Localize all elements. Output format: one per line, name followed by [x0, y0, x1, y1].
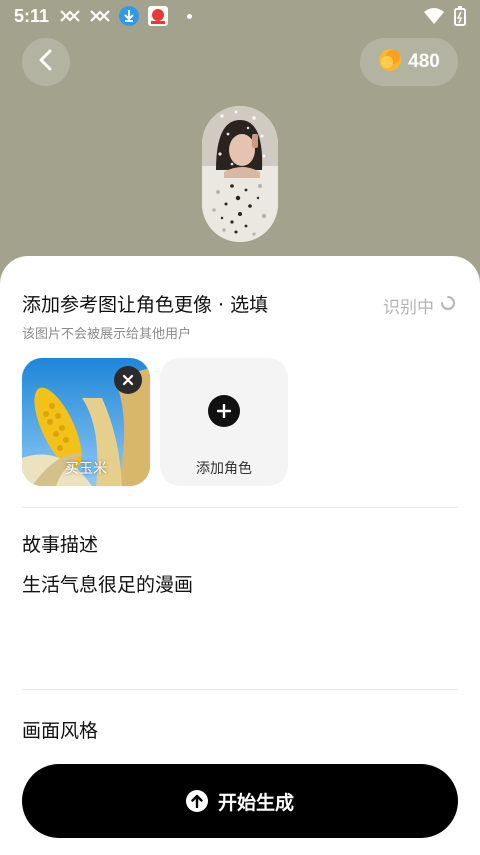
divider — [22, 689, 458, 690]
reference-subtitle: 该图片不会被展示给其他用户 — [22, 327, 192, 342]
generate-button[interactable]: 开始生成 — [22, 764, 458, 838]
coin-icon — [378, 48, 402, 76]
status-time: 5:11 — [14, 5, 50, 26]
add-role-label: 添加角色 — [196, 461, 252, 477]
status-bar: 5:11 — [0, 0, 480, 32]
reference-image-label: 买玉米 — [65, 461, 107, 477]
story-title: 故事描述 — [22, 534, 99, 556]
notification-icons — [59, 5, 193, 27]
recognition-status: 识别中 — [383, 293, 456, 318]
recognition-status-text: 识别中 — [383, 298, 434, 318]
story-input[interactable]: 生活气息很足的漫画 — [22, 570, 193, 597]
generate-label: 开始生成 — [217, 791, 294, 814]
plus-icon[interactable] — [208, 395, 240, 427]
app-notification-icon — [147, 5, 169, 27]
divider — [22, 507, 458, 508]
back-button[interactable] — [22, 38, 70, 86]
reference-title: 添加参考图让角色更像 · 选填 — [22, 294, 269, 316]
close-icon — [122, 371, 134, 390]
arrow-up-icon — [185, 790, 208, 812]
style-title: 画面风格 — [22, 720, 99, 742]
remove-image-button[interactable] — [114, 366, 142, 394]
dot-icon — [187, 13, 193, 19]
missed-call-icon — [89, 9, 111, 23]
loading-spinner-icon — [440, 295, 456, 316]
download-icon — [119, 6, 140, 26]
wifi-icon — [424, 8, 444, 24]
system-icons — [424, 6, 466, 26]
missed-call-icon — [59, 9, 81, 23]
chevron-left-icon — [38, 49, 54, 75]
character-preview — [202, 106, 278, 242]
battery-charging-icon — [454, 6, 466, 26]
coin-balance[interactable]: 480 — [360, 38, 458, 86]
coin-count: 480 — [408, 51, 440, 72]
